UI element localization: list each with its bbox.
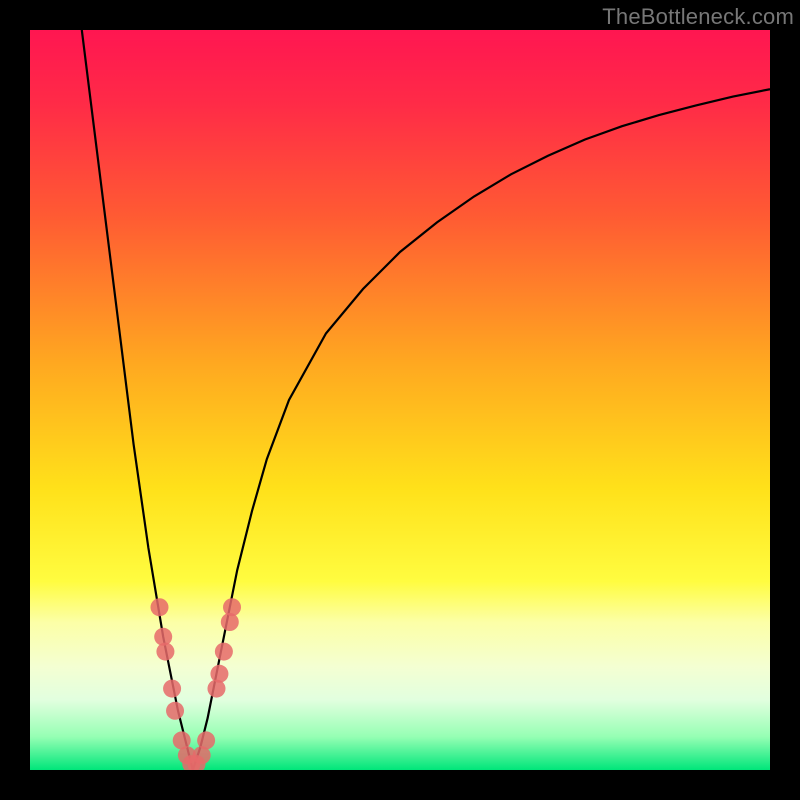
plot-area — [30, 30, 770, 770]
marker-dot — [163, 680, 181, 698]
marker-dot — [210, 665, 228, 683]
watermark-text: TheBottleneck.com — [602, 4, 794, 30]
sample-markers — [151, 598, 242, 770]
marker-dot — [166, 702, 184, 720]
chart-svg — [30, 30, 770, 770]
bottleneck-curve — [82, 30, 770, 770]
marker-dot — [156, 643, 174, 661]
marker-dot — [215, 643, 233, 661]
marker-dot — [223, 598, 241, 616]
marker-dot — [197, 731, 215, 749]
marker-dot — [207, 680, 225, 698]
marker-dot — [151, 598, 169, 616]
chart-frame: TheBottleneck.com — [0, 0, 800, 800]
